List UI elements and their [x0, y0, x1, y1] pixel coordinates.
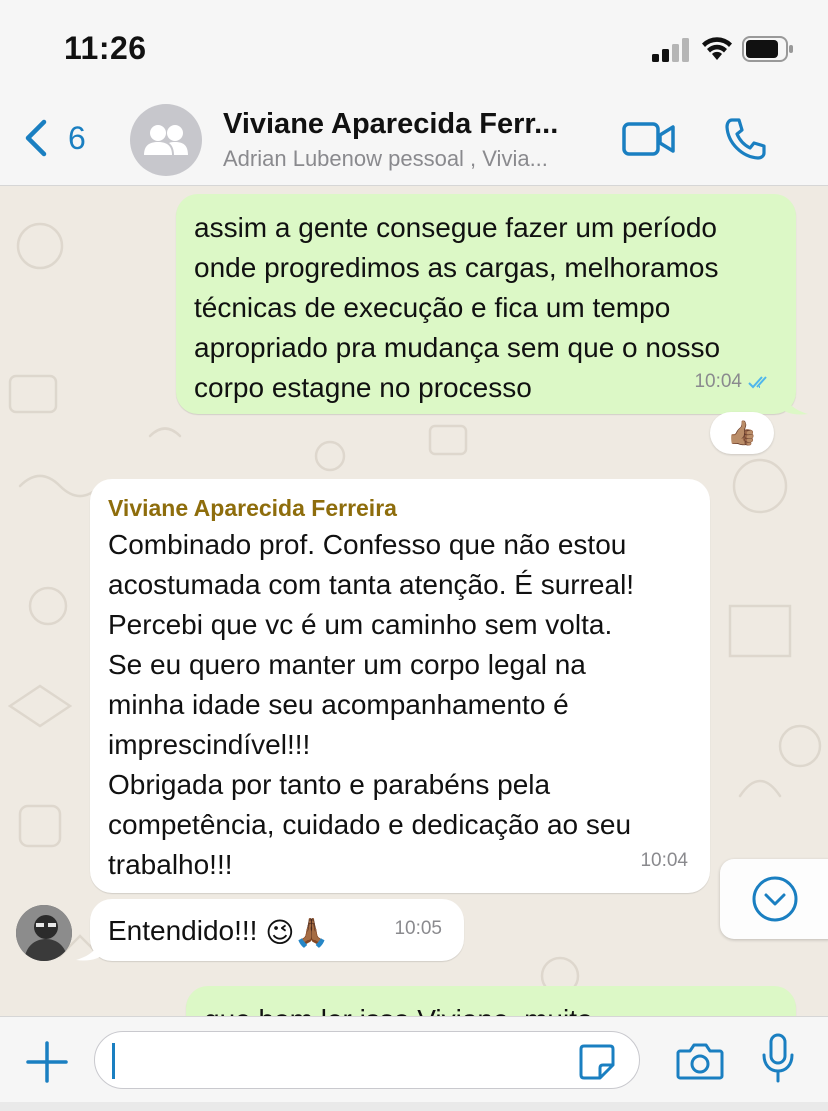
message-line: competência, cuidado e dedicação ao seu [108, 809, 632, 840]
microphone-icon[interactable] [760, 1033, 796, 1085]
message-time: 10:04 [640, 850, 688, 871]
incoming-message[interactable]: Viviane Aparecida Ferreira Combinado pro… [90, 479, 710, 893]
cellular-signal-icon [652, 38, 689, 62]
sender-avatar[interactable] [16, 905, 72, 961]
message-line: minha idade seu acompanhamento é [108, 689, 569, 720]
unread-count: 6 [68, 119, 86, 156]
incoming-message[interactable]: Entendido!!! 😉🙏🏾 10:05 [90, 899, 464, 961]
message-text: que bom ler isso Viviane, muito [204, 1000, 778, 1016]
message-time: 10:04 [694, 371, 742, 392]
message-meta: 10:04 [694, 362, 774, 402]
message-time: 10:05 [394, 918, 442, 939]
read-ticks-icon [748, 376, 767, 389]
text-cursor [112, 1043, 115, 1079]
outgoing-message[interactable]: que bom ler isso Viviane, muito [186, 986, 796, 1016]
sticker-icon[interactable] [578, 1043, 616, 1081]
chat-area[interactable]: assim a gente consegue fazer um período … [0, 186, 828, 1016]
message-line: Se eu quero manter um corpo legal na [108, 649, 586, 680]
video-call-icon[interactable] [622, 120, 676, 158]
sender-name[interactable]: Viviane Aparecida Ferreira [108, 491, 692, 525]
chat-subtitle[interactable]: Adrian Lubenow pessoal , Vivia... [223, 146, 603, 172]
reaction-badge[interactable]: 👍🏽 [710, 412, 774, 454]
chat-title[interactable]: Viviane Aparecida Ferr... [223, 108, 603, 141]
message-line: imprescindível!!! [108, 729, 311, 760]
plus-icon[interactable] [24, 1039, 70, 1085]
status-bar: 11:26 [0, 0, 828, 96]
message-meta: 10:04 [640, 841, 688, 881]
message-text: Combinado prof. Confesso que não estou a… [108, 525, 700, 885]
input-bar [0, 1016, 828, 1111]
scroll-down-icon [752, 876, 798, 922]
message-emojis: 😉🙏🏾 [265, 916, 330, 948]
message-line: Percebi que vc é um caminho sem volta. [108, 609, 613, 640]
chat-header: 6 Viviane Aparecida Ferr... Adrian Luben… [0, 96, 828, 186]
message-line: trabalho!!! [108, 849, 233, 880]
group-avatar-icon [144, 125, 188, 155]
scroll-down-button[interactable] [720, 859, 828, 939]
bubble-tail [780, 386, 808, 415]
battery-icon [742, 36, 793, 62]
bubble-tail [76, 932, 104, 961]
outgoing-message[interactable]: assim a gente consegue fazer um período … [176, 194, 796, 414]
message-meta: 10:05 [394, 909, 442, 949]
home-indicator-area [0, 1102, 828, 1111]
message-text-content: Entendido!!! [108, 915, 258, 946]
message-line: Combinado prof. Confesso que não estou [108, 529, 627, 560]
group-avatar[interactable] [130, 104, 202, 176]
message-line: acostumada com tanta atenção. É surreal! [108, 569, 635, 600]
avatar-photo [16, 905, 72, 961]
back-button[interactable]: 6 [22, 116, 112, 160]
back-chevron-icon [25, 119, 47, 157]
phone-icon[interactable] [722, 116, 768, 162]
message-input[interactable] [94, 1031, 640, 1089]
message-line: Obrigada por tanto e parabéns pela [108, 769, 551, 800]
wifi-icon [702, 37, 732, 60]
status-time: 11:26 [64, 30, 147, 66]
camera-icon[interactable] [676, 1041, 724, 1081]
